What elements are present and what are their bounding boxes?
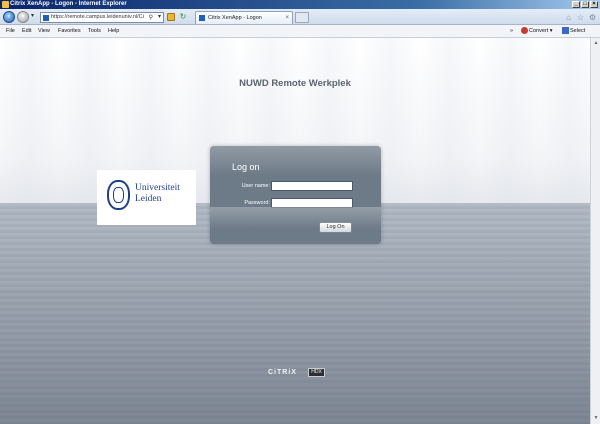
tab-favicon-icon xyxy=(199,15,205,21)
refresh-icon[interactable]: ↻ xyxy=(178,12,188,22)
maximize-button[interactable]: □ xyxy=(581,1,589,8)
menu-help[interactable]: Help xyxy=(108,25,119,38)
password-label: Password: xyxy=(244,200,270,206)
logo-line-1: Universiteit xyxy=(135,183,180,193)
menu-view[interactable]: View xyxy=(38,25,50,38)
window-title: Citrix XenApp - Logon - Internet Explore… xyxy=(10,1,127,7)
menu-edit[interactable]: Edit xyxy=(22,25,31,38)
window-title-bar: Citrix XenApp - Logon - Internet Explore… xyxy=(0,0,600,9)
address-bar[interactable]: https://remote.campus.leidenuniv.nl/Ci ⚲… xyxy=(40,12,164,23)
university-logo: Universiteit Leiden xyxy=(97,170,196,225)
tools-gear-icon[interactable]: ⚙ xyxy=(588,13,597,22)
university-seal-icon xyxy=(107,180,130,210)
logon-title: Log on xyxy=(232,162,260,172)
scroll-down-icon[interactable]: ▼ xyxy=(592,414,600,422)
menu-bar: File Edit View Favorites Tools Help » Co… xyxy=(0,25,600,38)
username-input[interactable] xyxy=(271,181,353,191)
menu-favorites[interactable]: Favorites xyxy=(58,25,81,38)
site-favicon-icon xyxy=(43,15,49,21)
convert-button[interactable]: Convert ▾ xyxy=(521,25,553,38)
back-button[interactable]: ‹ xyxy=(3,11,15,23)
address-url[interactable]: https://remote.campus.leidenuniv.nl/Ci xyxy=(51,13,151,22)
tab-close-icon[interactable]: × xyxy=(285,12,289,24)
close-button[interactable]: × xyxy=(590,1,598,8)
scroll-up-icon[interactable]: ▲ xyxy=(592,39,600,47)
web-page: NUWD Remote Werkplek Universiteit Leiden… xyxy=(0,38,590,424)
ie-app-icon xyxy=(2,1,9,8)
minimize-button[interactable]: _ xyxy=(572,1,580,8)
window-controls: _ □ × xyxy=(572,1,598,8)
convert-icon xyxy=(521,27,528,35)
navigation-bar: ‹ › ▾ https://remote.campus.leidenuniv.n… xyxy=(0,9,600,25)
new-tab-button[interactable] xyxy=(295,12,309,23)
address-dropdown-icon[interactable]: ▾ xyxy=(158,13,161,20)
lock-icon[interactable] xyxy=(167,13,175,21)
select-icon xyxy=(562,27,569,35)
page-title: NUWD Remote Werkplek xyxy=(239,78,351,89)
convert-label: Convert xyxy=(529,28,549,34)
forward-button[interactable]: › xyxy=(17,11,29,23)
university-name: Universiteit Leiden xyxy=(135,183,180,205)
select-button[interactable]: Select xyxy=(562,25,585,38)
menu-file[interactable]: File xyxy=(6,25,15,38)
logon-panel: Log on User name: Password: Log On xyxy=(210,146,381,244)
home-icon[interactable]: ⌂ xyxy=(564,13,573,22)
username-label: User name: xyxy=(241,183,270,189)
citrix-logo: CiTRiX xyxy=(268,369,297,376)
tab-label: Citrix XenApp - Logon xyxy=(208,15,262,21)
menu-tools[interactable]: Tools xyxy=(88,25,101,38)
select-label: Select xyxy=(570,28,586,34)
favorites-star-icon[interactable]: ☆ xyxy=(576,13,585,22)
tab-citrix-logon[interactable]: Citrix XenApp - Logon × xyxy=(195,11,293,24)
hdx-badge: HDX xyxy=(308,368,325,377)
history-dropdown-icon[interactable]: ▾ xyxy=(31,12,34,19)
logo-line-2: Leiden xyxy=(135,194,162,204)
search-icon[interactable]: ⚲ xyxy=(149,14,153,21)
panel-reflection xyxy=(210,207,381,229)
toolbar-extension-icon[interactable]: » xyxy=(510,25,513,38)
vertical-scrollbar[interactable]: ▲ ▼ xyxy=(590,38,600,424)
